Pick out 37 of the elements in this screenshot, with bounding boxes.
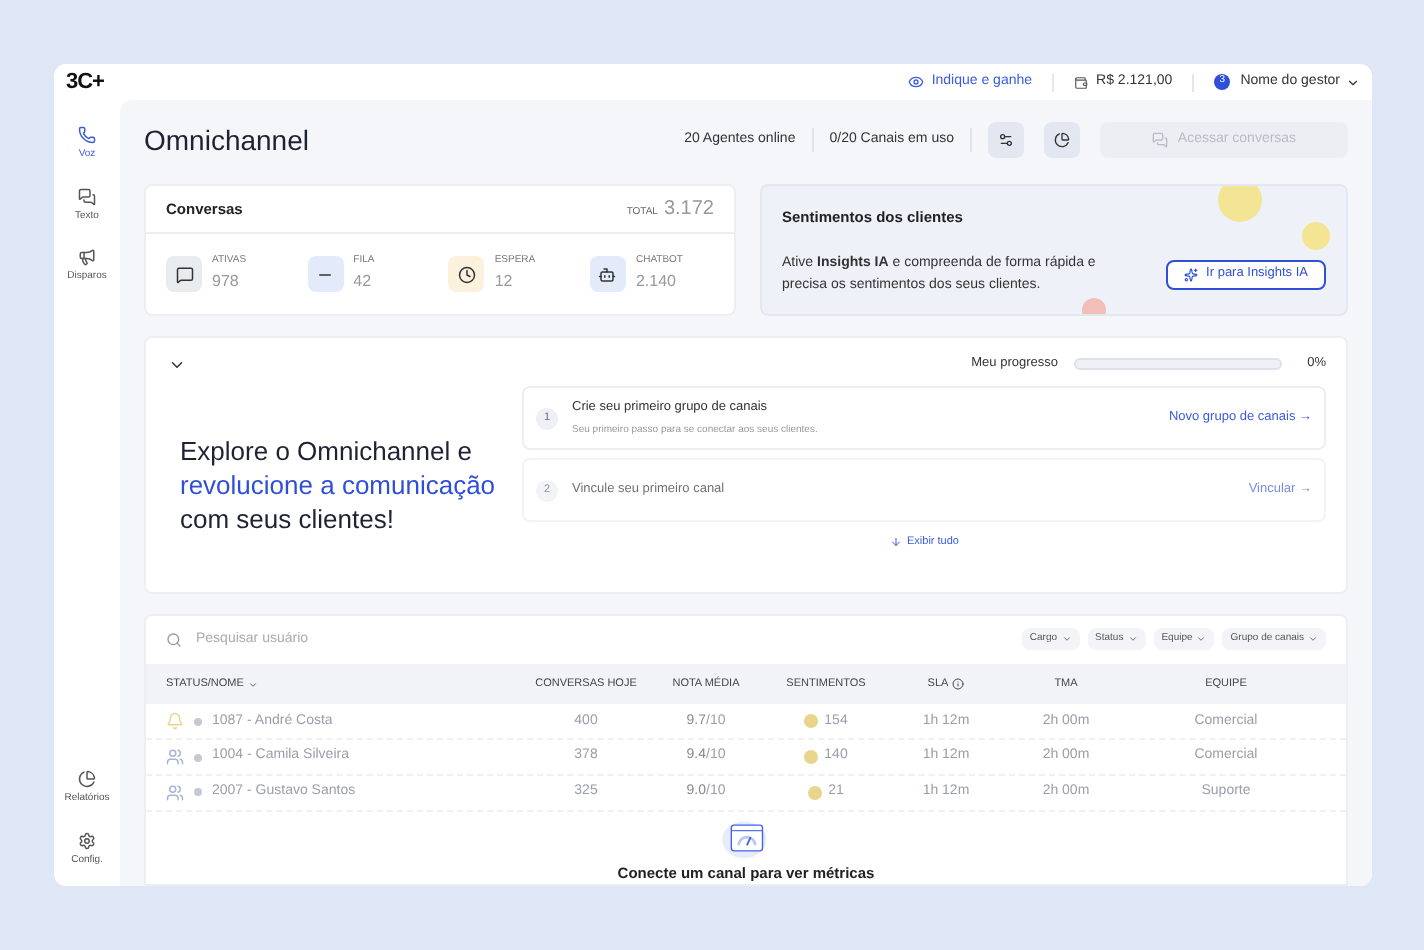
stat-value: 2.140: [635, 269, 678, 294]
page-title: Omnichannel: [144, 121, 309, 159]
settings-button[interactable]: [988, 122, 1024, 158]
chat-icon: [1151, 132, 1168, 148]
chat-bubble-icon: [166, 256, 202, 292]
arrow-down-icon: [889, 536, 901, 549]
megaphone-icon: [78, 248, 96, 266]
chevron-down-icon: [1308, 634, 1318, 645]
clock-icon: [448, 256, 485, 292]
logo: 3C+: [66, 67, 104, 98]
stat-value: 42: [353, 269, 374, 294]
settings-icon: [998, 132, 1014, 148]
pie-chart-icon: [78, 770, 96, 788]
chevron-down-icon: [1346, 75, 1360, 89]
headline: Explore o Omnichannel e revolucione a comunicação com seus clientes!: [178, 434, 498, 538]
stat-value: 978: [212, 269, 241, 294]
chart-button[interactable]: [1044, 122, 1080, 158]
chevron-down-icon: [1061, 634, 1072, 645]
people-icon: [166, 783, 184, 802]
sort-icon: [247, 679, 258, 690]
chevron-down-icon: [1196, 634, 1207, 645]
sparkle-icon: [1184, 267, 1199, 282]
minus-icon: [307, 256, 344, 292]
info-icon: [952, 678, 965, 691]
wallet-icon: [1074, 75, 1089, 89]
people-icon: [166, 748, 184, 767]
stat-value: 12: [494, 269, 515, 294]
chat-icon: [78, 187, 96, 205]
chevron-down-icon: [1127, 634, 1138, 645]
bell-icon: [166, 712, 184, 731]
total-value: 3.172: [663, 196, 714, 224]
eye-icon: [907, 74, 924, 90]
pie-chart-icon: [1054, 132, 1070, 148]
search-icon: [166, 631, 182, 648]
settings-icon: [78, 831, 96, 849]
robot-icon: [589, 256, 626, 292]
phone-icon: [78, 126, 96, 144]
